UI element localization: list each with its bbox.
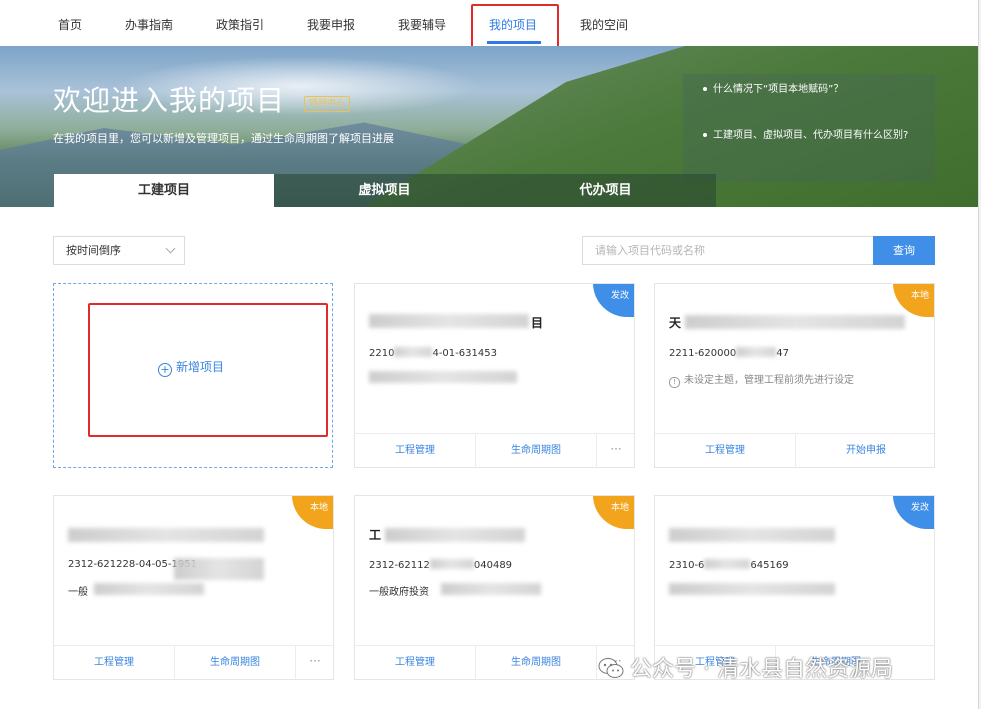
- tag-badge: 本地: [292, 496, 333, 529]
- faq-item[interactable]: 工建项目、虚拟项目、代办项目有什么区别?: [703, 126, 908, 141]
- redacted-title: [669, 528, 835, 542]
- redacted-line: [94, 583, 204, 595]
- redacted-title: [385, 528, 525, 542]
- code-part: 2312-62112: [369, 560, 430, 571]
- banner-badge: 项目中心: [304, 96, 351, 112]
- faq-item-label: 什么情况下“项目本地赋码”？: [713, 84, 844, 95]
- tag-badge: 发改: [593, 284, 634, 317]
- redacted-code: [429, 559, 474, 569]
- lifecycle-button[interactable]: 生命周期图: [476, 646, 596, 679]
- hint-label: 未设定主题，管理工程前须先进行设定: [684, 375, 854, 386]
- tag-badge: 本地: [893, 284, 934, 317]
- code-part: 2310-6: [669, 560, 705, 571]
- nav-policy[interactable]: 政策指引: [216, 0, 264, 46]
- project-card: 发改 2310-6 645169 工程管理 生命周期图: [654, 495, 935, 680]
- faq-item-label: 工建项目、虚拟项目、代办项目有什么区别?: [713, 130, 909, 141]
- more-icon[interactable]: ···: [597, 434, 634, 467]
- redacted-code: [174, 558, 264, 580]
- project-code: 2210 4-01-631453: [369, 347, 497, 359]
- code-part: 47: [776, 348, 789, 359]
- lifecycle-button[interactable]: 生命周期图: [476, 434, 596, 467]
- project-code: 2312-62112 040489: [369, 559, 512, 571]
- info-icon: !: [669, 377, 680, 388]
- manage-button[interactable]: 工程管理: [355, 646, 475, 679]
- card-actions: 工程管理 生命周期图 ···: [54, 645, 333, 679]
- bullet-icon: [703, 133, 707, 137]
- tab-construction-projects[interactable]: 工建项目: [54, 174, 274, 207]
- nav-coaching[interactable]: 我要辅导: [398, 0, 446, 46]
- redacted-code: [704, 559, 751, 569]
- card-actions: 工程管理 开始申报: [655, 433, 934, 467]
- project-title: 目: [531, 316, 544, 330]
- project-code: 2211-620000 47: [669, 347, 789, 359]
- project-title: 工: [369, 528, 382, 542]
- code-part: 645169: [750, 560, 789, 571]
- manage-button[interactable]: 工程管理: [54, 646, 174, 679]
- project-title: 天: [669, 316, 682, 330]
- sort-select-value: 按时间倒序: [66, 244, 121, 257]
- nav-guide[interactable]: 办事指南: [125, 0, 173, 46]
- code-part: 4-01-631453: [432, 348, 497, 359]
- highlight-box-add: [88, 303, 328, 437]
- highlight-box-nav: [471, 4, 559, 50]
- search-button[interactable]: 查询: [873, 236, 935, 265]
- watermark-text: 公众号 · 清水县自然资源局: [630, 657, 893, 682]
- manage-button[interactable]: 工程管理: [355, 434, 475, 467]
- project-code: 2310-6 645169: [669, 559, 789, 571]
- redacted-line: [441, 583, 541, 595]
- faq-item[interactable]: 什么情况下“项目本地赋码”？: [703, 80, 843, 95]
- redacted-line: [669, 583, 835, 595]
- card-actions: 工程管理 生命周期图 ···: [355, 433, 634, 467]
- code-part: 040489: [473, 560, 513, 571]
- project-card: 本地 工 2312-62112 040489 一般政府投资 工程管理 生命周期图 …: [354, 495, 635, 680]
- redacted-title: [685, 315, 905, 329]
- project-card: 本地 天 2211-620000 47 ! 未设定主题，管理工程前须先进行设定 工程…: [654, 283, 935, 468]
- lifecycle-button[interactable]: 生命周期图: [175, 646, 295, 679]
- project-type: 一般政府投资: [369, 587, 429, 598]
- more-icon[interactable]: ···: [296, 646, 333, 679]
- manage-button[interactable]: 工程管理: [655, 434, 795, 467]
- project-type: 一般: [68, 587, 88, 598]
- hint-text: ! 未设定主题，管理工程前须先进行设定: [669, 371, 854, 388]
- card-actions: 工程管理 生命周期图 ···: [355, 645, 634, 679]
- redacted-line: [369, 371, 517, 383]
- banner-title: 欢迎进入我的项目: [53, 84, 286, 117]
- start-apply-button[interactable]: 开始申报: [796, 434, 934, 467]
- app-frame: 首页 办事指南 政策指引 我要申报 我要辅导 我的项目 我的空间 欢迎进入我的项…: [0, 0, 979, 709]
- chevron-down-icon: [165, 243, 176, 254]
- tab-agent-projects[interactable]: 代办项目: [495, 174, 716, 207]
- code-part: 2210: [369, 348, 395, 359]
- tag-badge: 发改: [893, 496, 934, 529]
- redacted-code: [736, 347, 777, 357]
- wechat-icon: [598, 658, 624, 678]
- nav-home[interactable]: 首页: [58, 0, 82, 46]
- search-input[interactable]: [582, 236, 874, 265]
- project-card: 发改 目 2210 4-01-631453 工程管理 生命周期图 ···: [354, 283, 635, 468]
- watermark: 公众号 · 清水县自然资源局: [598, 654, 893, 686]
- nav-apply[interactable]: 我要申报: [307, 0, 355, 46]
- banner-subtitle: 在我的项目里，您可以新增及管理项目，通过生命周期图了解项目进展: [53, 132, 394, 145]
- redacted-code: [394, 347, 433, 357]
- code-part: 2211-620000: [669, 348, 737, 359]
- redacted-title: [369, 314, 529, 328]
- bullet-icon: [703, 87, 707, 91]
- redacted-title: [68, 528, 264, 542]
- faq-panel: 什么情况下“项目本地赋码”？ 工建项目、虚拟项目、代办项目有什么区别?: [683, 74, 935, 182]
- project-card: 本地 2312-621228-04-05-1951 一般 工程管理 生命周期图 …: [53, 495, 334, 680]
- tab-virtual-projects[interactable]: 虚拟项目: [274, 174, 495, 207]
- nav-my-space[interactable]: 我的空间: [580, 0, 628, 46]
- tag-badge: 本地: [593, 496, 634, 529]
- sort-select[interactable]: 按时间倒序: [53, 236, 185, 265]
